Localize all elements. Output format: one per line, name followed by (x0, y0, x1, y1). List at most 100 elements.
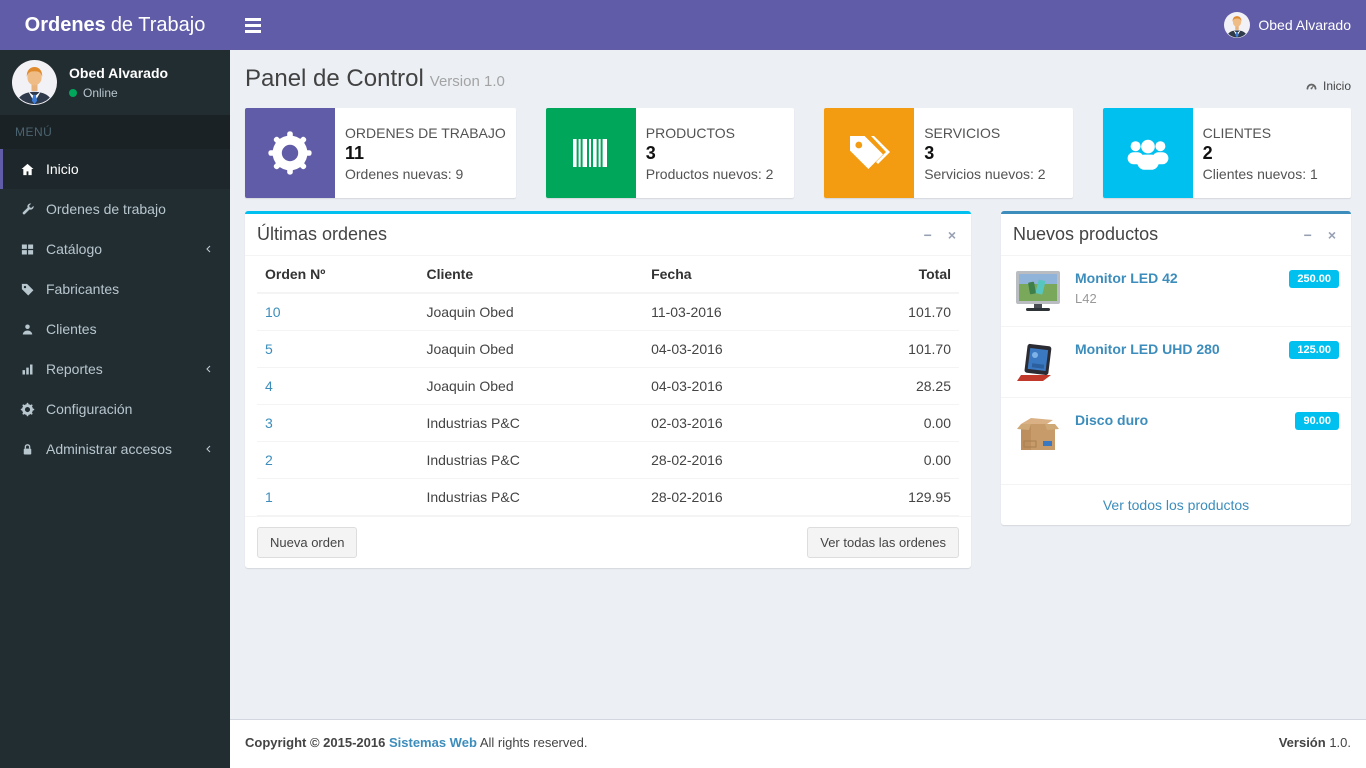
order-number-link[interactable]: 2 (265, 452, 273, 468)
order-row: 1 Industrias P&C 28-02-2016 129.95 (257, 478, 959, 516)
order-client: Joaquin Obed (418, 293, 644, 331)
order-total: 129.95 (839, 478, 959, 516)
view-all-products-link[interactable]: Ver todos los productos (1103, 497, 1249, 513)
product-image (1013, 408, 1063, 458)
info-box-description: Clientes nuevos: 1 (1202, 165, 1318, 182)
product-item: Disco duro 90.00 (1001, 398, 1351, 484)
navbar: Obed Alvarado (230, 0, 1366, 50)
order-number-link[interactable]: 4 (265, 378, 273, 394)
tag-icon (18, 281, 36, 297)
user-avatar (1224, 12, 1251, 38)
order-number-link[interactable]: 10 (265, 304, 281, 320)
info-box-label: SERVICIOS (924, 124, 1001, 141)
sidebar: Obed Alvarado Online MENÚ Inicio Ordenes … (0, 50, 230, 768)
info-box-clientes: CLIENTES 2 Clientes nuevos: 1 (1102, 108, 1351, 198)
chevron-left-icon (203, 363, 215, 375)
sidebar-item-configuraci-n[interactable]: Configuración (0, 389, 230, 429)
sidebar-menu-header: MENÚ (0, 115, 230, 149)
order-client: Industrias P&C (418, 441, 644, 479)
order-client: Industrias P&C (418, 404, 644, 442)
product-item: Monitor LED UHD 280 125.00 (1001, 327, 1351, 398)
order-date: 04-03-2016 (643, 367, 840, 405)
orders-column-header: Orden Nº (257, 256, 419, 294)
info-box-value: 2 (1202, 142, 1213, 163)
order-number-link[interactable]: 3 (265, 415, 273, 431)
orders-panel-title: Últimas ordenes (257, 224, 388, 244)
users-icon (1102, 108, 1193, 198)
product-price-badge: 250.00 (1289, 270, 1339, 288)
close-icon[interactable]: × (1325, 226, 1339, 244)
order-total: 0.00 (839, 404, 959, 442)
view-all-orders-button[interactable]: Ver todas las ordenes (807, 527, 959, 558)
order-total: 28.25 (839, 367, 959, 405)
sidebar-user-panel: Obed Alvarado Online (0, 50, 230, 115)
sidebar-item-fabricantes[interactable]: Fabricantes (0, 269, 230, 309)
info-box-description: Servicios nuevos: 2 (924, 165, 1046, 182)
sidebar-item-label: Configuración (46, 401, 133, 417)
product-name-link[interactable]: Monitor LED UHD 280 (1075, 341, 1220, 357)
order-row: 4 Joaquin Obed 04-03-2016 28.25 (257, 367, 959, 405)
order-number-link[interactable]: 1 (265, 489, 273, 505)
info-box-servicios: SERVICIOS 3 Servicios nuevos: 2 (824, 108, 1073, 198)
close-icon[interactable]: × (945, 226, 959, 244)
new-products-panel: Nuevos productos − × Monitor LED 42 L42 25… (1001, 211, 1351, 525)
info-box-value: 3 (924, 142, 935, 163)
sidebar-item-label: Administrar accesos (46, 441, 173, 457)
info-boxes-row: ORDENES DE TRABAJO 11 Ordenes nuevas: 9 PRO… (230, 108, 1366, 198)
info-box-productos: PRODUCTOS 3 Productos nuevos: 2 (545, 108, 795, 198)
sidebar-item-clientes[interactable]: Clientes (0, 309, 230, 349)
dashboard-icon (1306, 83, 1317, 90)
user-avatar (12, 60, 57, 105)
product-name-link[interactable]: Monitor LED 42 (1075, 270, 1178, 286)
latest-orders-panel: Últimas ordenes − × Orden Nº Cliente Fecha… (245, 211, 971, 568)
sidebar-item-label: Reportes (46, 361, 103, 377)
wrench-icon (18, 201, 36, 217)
sidebar-item-inicio[interactable]: Inicio (0, 149, 230, 189)
sidebar-menu: Inicio Ordenes de trabajo Catálogo Fabrican… (0, 149, 230, 469)
top-navbar: Ordenes de Trabajo Obed Alvarado (0, 0, 1366, 50)
content-header: Panel de Control Version 1.0 Inicio (230, 50, 1366, 108)
sidebar-toggle-button[interactable] (230, 0, 275, 50)
navbar-user-name: Obed Alvarado (1258, 17, 1351, 33)
order-client: Joaquin Obed (418, 367, 644, 405)
online-status-icon (69, 89, 77, 97)
company-link[interactable]: Sistemas Web (389, 735, 477, 750)
orders-panel-footer: Nueva orden Ver todas las ordenes (245, 516, 971, 568)
product-price-badge: 90.00 (1295, 412, 1339, 430)
order-client: Industrias P&C (418, 478, 644, 516)
sidebar-item-cat-logo[interactable]: Catálogo (0, 229, 230, 269)
new-order-button[interactable]: Nueva orden (257, 527, 358, 558)
brand-logo[interactable]: Ordenes de Trabajo (0, 0, 230, 50)
sidebar-item-label: Catálogo (46, 241, 103, 257)
lock-icon (18, 441, 36, 457)
gear-icon (245, 108, 335, 198)
sidebar-item-ordenes-de-trabajo[interactable]: Ordenes de trabajo (0, 189, 230, 229)
products-panel-title: Nuevos productos (1013, 224, 1159, 244)
order-row: 3 Industrias P&C 02-03-2016 0.00 (257, 404, 959, 442)
order-row: 5 Joaquin Obed 04-03-2016 101.70 (257, 330, 959, 368)
chart-icon (18, 361, 36, 377)
product-image (1013, 337, 1063, 387)
breadcrumb[interactable]: Inicio (1305, 79, 1351, 93)
info-box-label: ORDENES DE TRABAJO (345, 124, 506, 141)
sidebar-item-administrar-accesos[interactable]: Administrar accesos (0, 429, 230, 469)
hamburger-icon (244, 17, 261, 21)
collapse-icon[interactable]: − (921, 226, 935, 244)
product-name-link[interactable]: Disco duro (1075, 412, 1148, 428)
brand-rest: de Trabajo (110, 13, 206, 36)
info-box-description: Ordenes nuevas: 9 (345, 165, 464, 182)
collapse-icon[interactable]: − (1301, 226, 1315, 244)
products-panel-header: Nuevos productos − × (1001, 214, 1351, 256)
orders-column-header: Cliente (418, 256, 644, 294)
orders-panel-header: Últimas ordenes − × (245, 214, 971, 256)
version-text: Versión 1.0. (1278, 735, 1351, 750)
chevron-left-icon (203, 443, 215, 455)
order-date: 04-03-2016 (643, 330, 840, 368)
navbar-user-menu[interactable]: Obed Alvarado (1209, 0, 1366, 50)
orders-column-header: Total (839, 256, 959, 294)
order-number-link[interactable]: 5 (265, 341, 273, 357)
orders-column-header: Fecha (643, 256, 840, 294)
product-subtitle: L42 (1075, 291, 1097, 306)
sidebar-item-reportes[interactable]: Reportes (0, 349, 230, 389)
products-panel-footer: Ver todos los productos (1001, 484, 1351, 525)
